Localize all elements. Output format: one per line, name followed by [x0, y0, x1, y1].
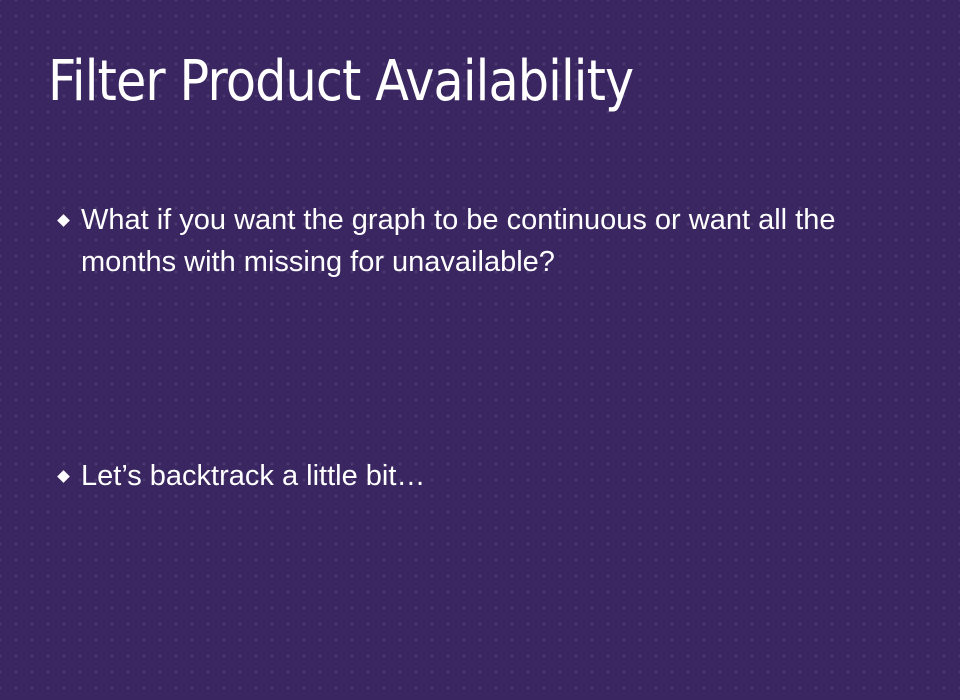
- diamond-bullet-icon: [57, 214, 70, 227]
- bullet-item-1: What if you want the graph to be continu…: [56, 199, 926, 283]
- slide-title: Filter Product Availability: [48, 49, 634, 114]
- slide: Filter Product Availability What if you …: [0, 0, 960, 700]
- bullet-text: Let’s backtrack a little bit…: [81, 460, 426, 492]
- diamond-bullet-icon: [57, 470, 70, 483]
- bullet-text: What if you want the graph to be continu…: [81, 204, 836, 278]
- bullet-item-2: Let’s backtrack a little bit…: [56, 455, 926, 497]
